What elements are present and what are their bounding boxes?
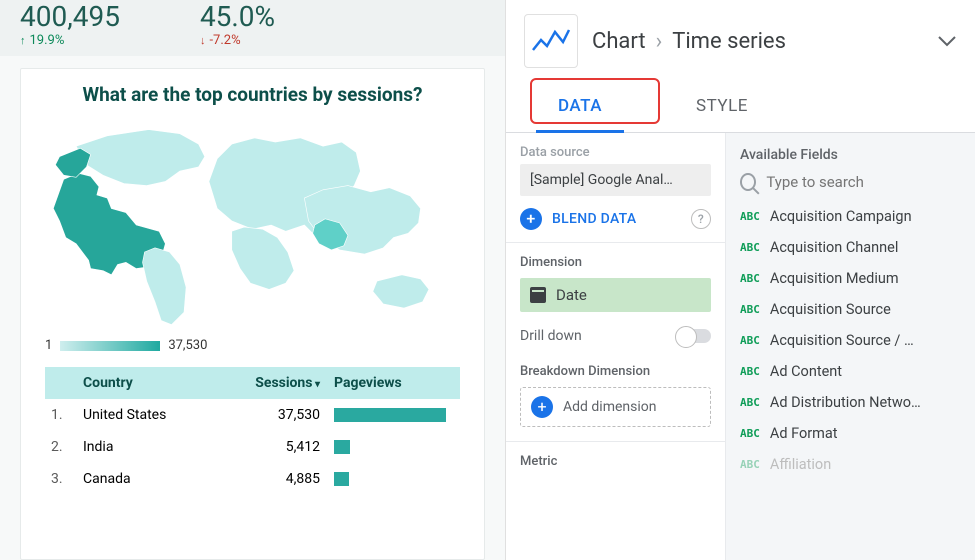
chart-type-icon[interactable] (524, 14, 578, 68)
scorecard-2[interactable]: 45.0% -7.2% (200, 0, 275, 48)
breadcrumb-sep-icon: › (656, 29, 663, 54)
metric-label: Metric (506, 442, 725, 473)
scorecard-2-value: 45.0% (200, 0, 275, 33)
field-item[interactable]: ABCAd Content (726, 356, 975, 387)
drill-down-toggle[interactable] (677, 329, 711, 343)
country-table[interactable]: Country Sessions Pageviews 1. United Sta… (45, 367, 460, 495)
add-dimension-button[interactable]: + Add dimension (520, 387, 711, 427)
chart-type-header[interactable]: Chart › Time series (506, 0, 975, 82)
abc-icon: ABC (740, 458, 760, 471)
abc-icon: ABC (740, 303, 760, 316)
field-item[interactable]: ABCAcquisition Channel (726, 232, 975, 263)
fields-title: Available Fields (726, 133, 975, 173)
abc-icon: ABC (740, 272, 760, 285)
table-row[interactable]: 3. Canada 4,885 (45, 463, 460, 495)
scorecard-1-value: 400,495 (20, 0, 120, 33)
field-item[interactable]: ABCAcquisition Source / … (726, 325, 975, 356)
breadcrumb: Chart › Time series (592, 29, 786, 54)
field-item[interactable]: ABCAd Distribution Netwo… (726, 387, 975, 418)
available-fields-panel: Available Fields ABCAcquisition Campaign… (726, 133, 975, 560)
data-config-panel: Data source [Sample] Google Anal… + BLEN… (506, 133, 726, 560)
properties-panel: Chart › Time series DATA STYLE Data sour… (505, 0, 975, 560)
legend-gradient (60, 341, 160, 351)
data-source-chip[interactable]: [Sample] Google Anal… (520, 164, 711, 196)
calendar-icon (530, 287, 546, 303)
legend-max: 37,530 (168, 338, 207, 353)
dimension-label: Dimension (506, 243, 725, 274)
help-icon[interactable]: ? (691, 209, 711, 229)
scorecard-2-change: -7.2% (200, 33, 275, 48)
pageviews-bar (334, 440, 350, 454)
breakdown-label: Breakdown Dimension (506, 352, 725, 383)
field-item[interactable]: ABCAcquisition Campaign (726, 201, 975, 232)
timeseries-icon (531, 26, 571, 56)
pageviews-bar (334, 408, 446, 422)
col-sessions[interactable]: Sessions (244, 375, 334, 391)
map-title: What are the top countries by sessions? (45, 83, 460, 106)
col-pageviews[interactable]: Pageviews (334, 375, 454, 391)
abc-icon: ABC (740, 210, 760, 223)
report-canvas: 400,495 19.9% 45.0% -7.2% What are the t… (0, 0, 505, 560)
abc-icon: ABC (740, 241, 760, 254)
scorecard-1[interactable]: 400,495 19.9% (20, 0, 120, 48)
data-source-label: Data source (506, 133, 725, 164)
panel-tabs: DATA STYLE (506, 82, 975, 133)
dimension-chip[interactable]: Date (520, 278, 711, 312)
search-input[interactable] (766, 173, 961, 191)
drill-down-row: Drill down (506, 322, 725, 352)
map-legend: 1 37,530 (45, 338, 460, 353)
world-map (45, 114, 460, 334)
field-list[interactable]: ABCAcquisition Campaign ABCAcquisition C… (726, 201, 975, 560)
field-item[interactable]: ABCAcquisition Source (726, 294, 975, 325)
col-country[interactable]: Country (79, 375, 244, 391)
table-row[interactable]: 2. India 5,412 (45, 431, 460, 463)
table-row[interactable]: 1. United States 37,530 (45, 399, 460, 431)
table-header-row: Country Sessions Pageviews (45, 367, 460, 399)
legend-min: 1 (45, 338, 52, 353)
map-card[interactable]: What are the top countries by sessions? … (20, 68, 485, 560)
abc-icon: ABC (740, 334, 760, 347)
arrow-down-icon (200, 33, 206, 48)
scorecard-row: 400,495 19.9% 45.0% -7.2% (0, 0, 505, 56)
abc-icon: ABC (740, 396, 760, 409)
abc-icon: ABC (740, 365, 760, 378)
tab-data[interactable]: DATA (536, 82, 624, 133)
arrow-up-icon (20, 33, 26, 48)
breadcrumb-root[interactable]: Chart (592, 29, 646, 54)
plus-icon: + (531, 396, 553, 418)
field-item[interactable]: ABCAcquisition Medium (726, 263, 975, 294)
abc-icon: ABC (740, 427, 760, 440)
blend-data-button[interactable]: + BLEND DATA ? (506, 196, 725, 243)
drill-down-label: Drill down (520, 328, 582, 344)
pageviews-bar (334, 472, 349, 486)
field-item[interactable]: ABCAd Format (726, 418, 975, 449)
search-icon (740, 173, 756, 191)
tab-style[interactable]: STYLE (674, 82, 770, 132)
breadcrumb-current: Time series (672, 29, 786, 54)
chevron-down-icon[interactable] (937, 32, 957, 51)
plus-icon: + (520, 208, 542, 230)
fields-search[interactable] (726, 173, 975, 201)
scorecard-1-change: 19.9% (20, 33, 120, 48)
field-item[interactable]: ABCAffiliation (726, 449, 975, 480)
